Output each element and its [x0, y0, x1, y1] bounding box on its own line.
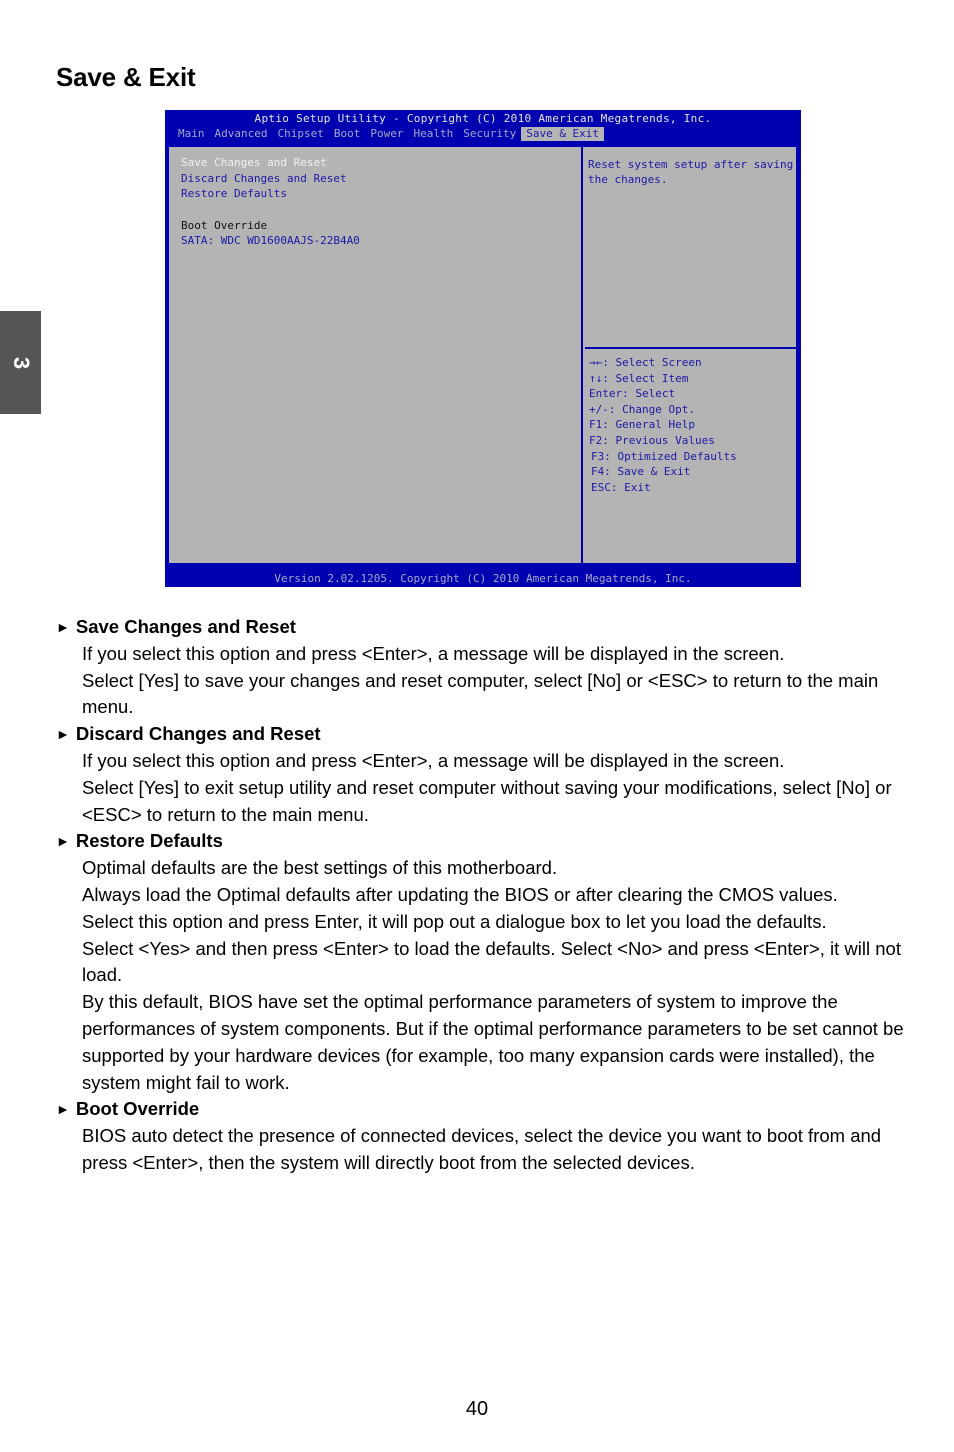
tab-health[interactable]: Health: [408, 127, 458, 141]
bios-help-text: Reset system setup after saving the chan…: [588, 158, 794, 186]
tab-security[interactable]: Security: [458, 127, 521, 141]
bios-screenshot: Aptio Setup Utility - Copyright (C) 2010…: [165, 110, 801, 587]
chapter-tab: 3: [0, 311, 41, 414]
bios-help-panel: Reset system setup after saving the chan…: [585, 147, 796, 349]
bios-title: Aptio Setup Utility - Copyright (C) 2010…: [254, 112, 712, 125]
key-f4: F4: Save & Exit: [591, 465, 691, 479]
bios-keys-panel: →←: Select Screen ↑↓: Select Item Enter:…: [585, 349, 796, 563]
bios-key-legend: →←: Select Screen ↑↓: Select Item Enter:…: [589, 355, 737, 495]
bullet-arrow-icon: ►: [56, 1101, 70, 1118]
key-change-opt: +/-: Change Opt.: [589, 402, 695, 416]
section-heading: ► Restore Defaults: [56, 828, 906, 855]
bios-footer: Version 2.02.1205. Copyright (C) 2010 Am…: [274, 572, 692, 585]
section-paragraph: Select this option and press Enter, it w…: [82, 910, 827, 932]
key-select-item: ↑↓: Select Item: [589, 371, 689, 385]
section-paragraph: Optimal defaults are the best settings o…: [82, 857, 558, 879]
key-select-screen: →←: Select Screen: [589, 356, 702, 369]
page-number: 40: [465, 1398, 489, 1420]
section-paragraph: Always load the Optimal defaults after u…: [82, 883, 838, 905]
tab-boot[interactable]: Boot: [329, 127, 366, 141]
tab-save-exit[interactable]: Save & Exit: [521, 127, 605, 141]
key-f1: F1: General Help: [589, 418, 695, 432]
tab-power[interactable]: Power: [365, 127, 408, 141]
page-title: Save & Exit: [56, 62, 196, 92]
bullet-arrow-icon: ►: [56, 833, 70, 850]
bios-menu-bar: Main Advanced Chipset Boot Power Health …: [173, 127, 605, 141]
section-heading: ► Save Changes and Reset: [56, 614, 906, 641]
section-paragraph: Select [Yes] to exit setup utility and r…: [82, 776, 892, 825]
bios-section-boot-override: Boot Override: [181, 219, 268, 232]
section-paragraph: BIOS auto detect the presence of connect…: [82, 1125, 882, 1173]
bios-item-restore-defaults[interactable]: Restore Defaults: [181, 186, 287, 201]
tab-advanced[interactable]: Advanced: [210, 127, 273, 141]
bios-item-boot-device[interactable]: SATA: WDC WD1600AAJS-22B4A0: [181, 233, 360, 248]
chapter-number: 3: [8, 356, 34, 369]
tab-chipset[interactable]: Chipset: [272, 127, 328, 141]
bullet-arrow-icon: ►: [56, 619, 70, 635]
bullet-arrow-icon: ►: [56, 726, 70, 743]
bios-options-panel: Save Changes and Reset Discard Changes a…: [169, 147, 583, 563]
key-f2: F2: Previous Values: [589, 433, 715, 447]
section-paragraph: Select [Yes] to save your changes and re…: [82, 669, 879, 718]
bios-item-save-changes-reset[interactable]: Save Changes and Reset: [181, 155, 327, 170]
tab-main[interactable]: Main: [173, 127, 210, 141]
section-paragraph: Select <Yes> and then press <Enter> to l…: [82, 937, 901, 986]
section-paragraph: If you select this option and press <Ent…: [82, 642, 785, 664]
section-heading: ► Discard Changes and Reset: [56, 721, 906, 748]
section-heading: ► Boot Override: [56, 1096, 906, 1123]
section-paragraph: If you select this option and press <Ent…: [82, 749, 785, 771]
section-paragraph: By this default, BIOS have set the optim…: [82, 991, 904, 1093]
bios-item-discard-changes-reset[interactable]: Discard Changes and Reset: [181, 171, 347, 186]
key-f3: F3: Optimized Defaults: [591, 449, 737, 463]
bios-body: Save Changes and Reset Discard Changes a…: [167, 145, 798, 565]
key-enter: Enter: Select: [589, 387, 676, 401]
key-esc: ESC: Exit: [591, 480, 651, 494]
document-body: ► Save Changes and Reset If you select th…: [56, 614, 906, 1177]
